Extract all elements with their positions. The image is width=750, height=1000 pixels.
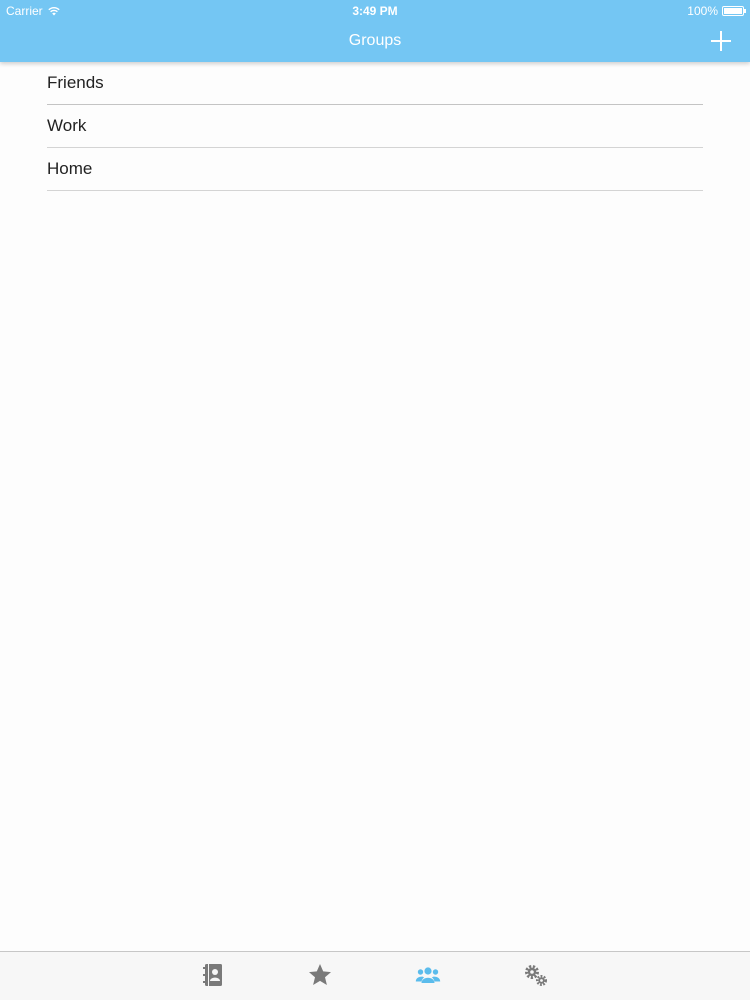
add-group-button[interactable]: [710, 30, 732, 52]
battery-percent: 100%: [687, 4, 718, 18]
group-item-work[interactable]: Work: [47, 105, 703, 148]
group-item-friends[interactable]: Friends: [47, 62, 703, 105]
tab-settings[interactable]: [523, 962, 549, 988]
group-label: Friends: [47, 73, 104, 92]
battery-indicator: 100%: [687, 4, 746, 18]
group-item-home[interactable]: Home: [47, 148, 703, 191]
star-icon: [309, 964, 331, 985]
tab-favorites[interactable]: [307, 962, 333, 988]
tab-contacts[interactable]: [200, 962, 226, 988]
group-icon: [415, 967, 441, 983]
gears-icon: [525, 965, 548, 987]
page-title: Groups: [348, 32, 402, 49]
battery-icon: [722, 6, 746, 16]
group-label: Home: [47, 159, 93, 178]
tab-groups[interactable]: [415, 962, 441, 988]
status-bar: Carrier 3:49 PM 100%: [0, 0, 750, 20]
tab-bar: [0, 951, 750, 1000]
group-label: Work: [47, 116, 87, 135]
navigation-bar: Carrier 3:49 PM 100% Groups: [0, 0, 750, 62]
groups-screen: Carrier 3:49 PM 100% Groups Friends Work: [0, 0, 750, 1000]
clock: 3:49 PM: [352, 4, 398, 18]
contacts-book-icon: [203, 964, 222, 986]
group-list: Friends Work Home: [47, 62, 703, 191]
